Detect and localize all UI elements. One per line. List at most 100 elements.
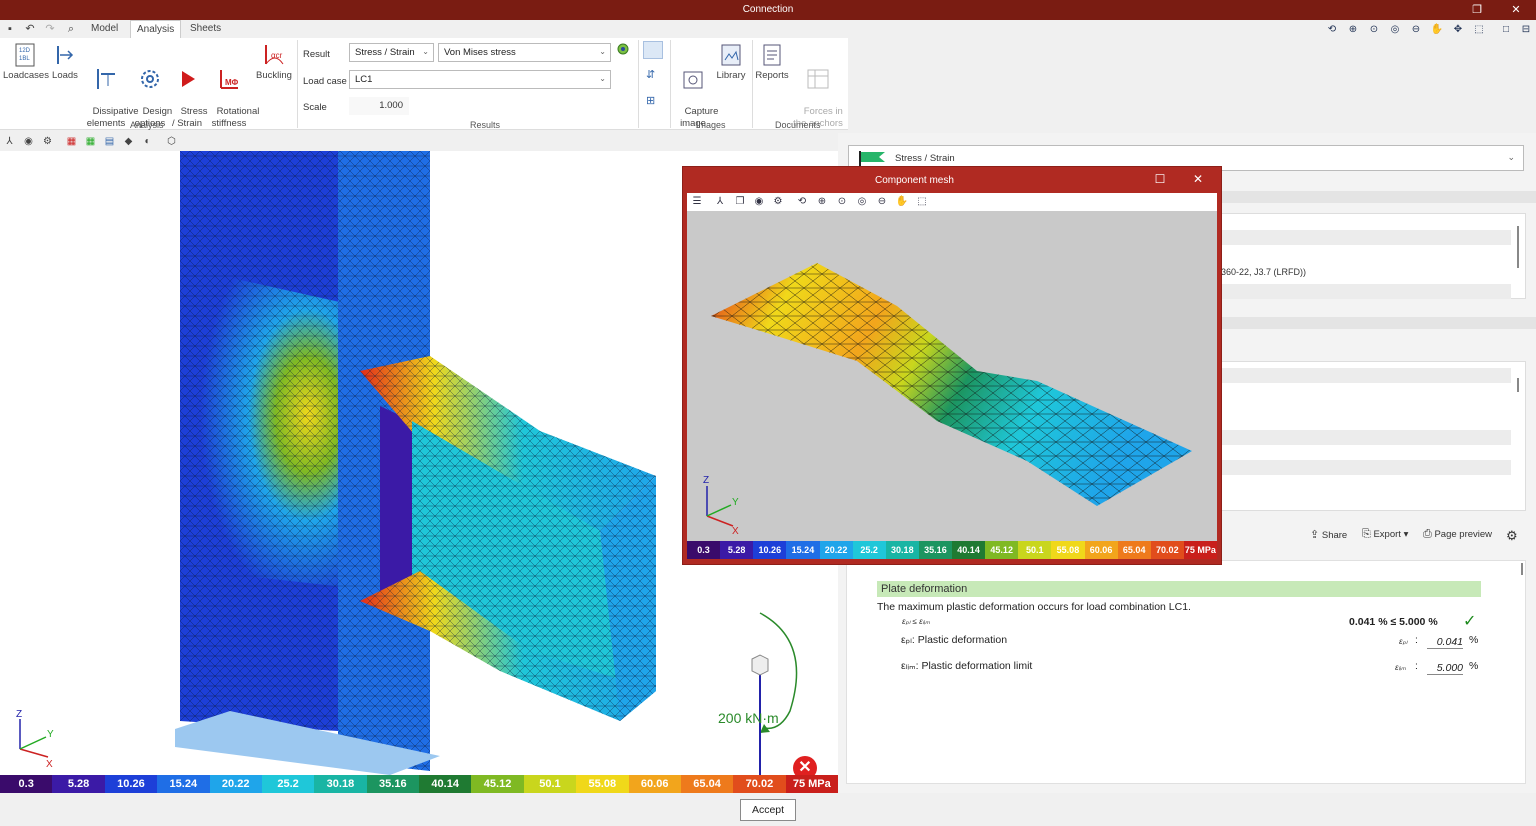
zoom-window-icon[interactable]: ⊖ bbox=[875, 195, 889, 209]
eye-icon[interactable]: ◉ bbox=[752, 195, 766, 209]
stress-legend: 0.3 5.28 10.26 15.24 20.22 25.2 30.18 35.16 40.1… bbox=[0, 775, 838, 793]
pan-hand-icon[interactable]: ✋ bbox=[1430, 23, 1444, 36]
legend-cell: 45.12 bbox=[985, 541, 1019, 559]
legend-cell: 75 MPa bbox=[785, 775, 838, 793]
camera-icon bbox=[683, 71, 703, 89]
zoom-all-icon[interactable]: ⊕ bbox=[815, 195, 829, 209]
chevron-down-icon: ⌄ bbox=[422, 47, 429, 56]
legend-cell: 55.08 bbox=[1051, 541, 1085, 559]
rotational-stiffness-button[interactable]: MΦ Rotational stiffness bbox=[206, 42, 259, 142]
copy-icon[interactable]: ❐ bbox=[733, 195, 747, 209]
close-icon[interactable]: ✕ bbox=[1189, 171, 1207, 187]
zoom-all-icon[interactable]: ⊕ bbox=[1346, 23, 1360, 36]
legend-cell: 55.08 bbox=[576, 775, 629, 793]
scale-input[interactable]: 1.000 bbox=[349, 97, 409, 115]
scrollbar[interactable] bbox=[1521, 563, 1523, 575]
orbit-icon[interactable]: ◎ bbox=[1388, 23, 1402, 36]
tab-sheets[interactable]: Sheets bbox=[184, 20, 227, 38]
plastic-symbol: εₚₗ bbox=[1399, 637, 1408, 646]
scrollbar[interactable] bbox=[1517, 378, 1519, 392]
result-type-select[interactable]: Von Mises stress ⌄ bbox=[438, 43, 611, 62]
legend-cell: 10.26 bbox=[753, 541, 787, 559]
view-3d-icon[interactable]: ⬡ bbox=[165, 135, 178, 148]
svg-text:12D: 12D bbox=[19, 48, 31, 54]
component-viewport[interactable]: Z X Y bbox=[687, 211, 1217, 541]
chevron-down-icon: ⌄ bbox=[1507, 152, 1515, 162]
library-button[interactable]: Library bbox=[714, 42, 748, 82]
loadcases-button[interactable]: 12D 1BL Loadcases bbox=[3, 42, 49, 82]
mesh-green-icon[interactable]: ▦ bbox=[84, 135, 97, 148]
restore-icon[interactable]: ❐ bbox=[1466, 2, 1488, 18]
parts-icon[interactable]: ⚙ bbox=[771, 195, 785, 209]
loads-button[interactable]: Loads bbox=[50, 42, 80, 82]
list-row bbox=[1221, 368, 1511, 383]
zoom-window-icon[interactable]: ⊖ bbox=[1409, 23, 1423, 36]
component-window-titlebar[interactable]: Component mesh ☐ ✕ bbox=[683, 167, 1221, 193]
page-preview-button[interactable]: ⎙ Page preview bbox=[1423, 528, 1492, 541]
mesh-red-icon[interactable]: ▦ bbox=[65, 135, 78, 148]
svg-text:Y: Y bbox=[47, 729, 54, 740]
visibility-icon[interactable]: ◐ bbox=[141, 135, 154, 148]
legend-cell: 15.24 bbox=[786, 541, 820, 559]
legend-cell: 40.14 bbox=[419, 775, 472, 793]
dissipative-elements-button[interactable]: Dissipative elements bbox=[82, 42, 139, 142]
rotate-icon[interactable]: ⟲ bbox=[795, 195, 809, 209]
legend-cell: 30.18 bbox=[314, 775, 367, 793]
share-button[interactable]: ⇪ Share bbox=[1310, 528, 1347, 541]
tab-analysis[interactable]: Analysis bbox=[130, 20, 182, 38]
zoom-in-icon[interactable]: ⊙ bbox=[835, 195, 849, 209]
legend-cell: 15.24 bbox=[157, 775, 210, 793]
arrange-icon[interactable]: ⇵ bbox=[646, 68, 655, 81]
toggle-view-button[interactable] bbox=[643, 41, 663, 59]
library-label: Library bbox=[716, 70, 746, 81]
select-icon[interactable]: ⬚ bbox=[915, 195, 929, 209]
search-icon[interactable]: ⌕ bbox=[64, 23, 78, 35]
layers-icon[interactable]: ☰ bbox=[690, 195, 704, 209]
reports-button[interactable]: Reports bbox=[755, 42, 789, 82]
orbit-icon[interactable]: ◎ bbox=[855, 195, 869, 209]
stress-strain-button[interactable]: Stress / Strain bbox=[170, 42, 208, 142]
loads-icon bbox=[57, 46, 74, 64]
grid-icon[interactable]: ▤ bbox=[103, 135, 116, 148]
buckling-button[interactable]: αcr Buckling bbox=[254, 42, 294, 82]
component-mesh-window[interactable]: Component mesh ☐ ✕ ☰ ⅄ ❐ ◉ ⚙ ⟲ ⊕ ⊙ ◎ ⊖ ✋… bbox=[682, 166, 1222, 565]
flag-icon bbox=[859, 151, 885, 166]
cube-icon[interactable]: ◆ bbox=[122, 135, 135, 148]
menu-bar: ▪ ↶ ↷ ⌕ Model Analysis Sheets ⟲ ⊕ ⊙ ◎ ⊖ … bbox=[0, 20, 1536, 38]
settings-gear-icon[interactable]: ⚙ bbox=[1506, 528, 1518, 544]
parts-icon[interactable]: ⚙ bbox=[41, 135, 54, 148]
window-icon[interactable]: □ bbox=[1499, 23, 1513, 36]
eye-icon[interactable]: ◉ bbox=[22, 135, 35, 148]
export-button[interactable]: ⎘ Export ▾ bbox=[1362, 528, 1408, 541]
plastic-unit: % bbox=[1469, 634, 1479, 646]
loadcase-select[interactable]: LC1 ⌄ bbox=[349, 70, 611, 89]
move-icon[interactable]: ✥ bbox=[1451, 23, 1465, 36]
legend-cell: 30.18 bbox=[885, 541, 919, 559]
legend-cell: 60.06 bbox=[628, 775, 681, 793]
plastic-deformation-label: εₚₗ: Plastic deformation bbox=[901, 634, 1008, 646]
axis-icon[interactable]: ⊞ bbox=[646, 94, 655, 107]
save-icon[interactable]: ▪ bbox=[3, 23, 17, 35]
redo-icon[interactable]: ↷ bbox=[43, 23, 57, 35]
pan-hand-icon[interactable]: ✋ bbox=[895, 195, 909, 209]
accept-button[interactable]: Accept bbox=[740, 799, 796, 821]
result-filter-icon[interactable] bbox=[617, 42, 629, 56]
zoom-in-icon[interactable]: ⊙ bbox=[1367, 23, 1381, 36]
axes-icon[interactable]: ⅄ bbox=[713, 195, 727, 209]
select-icon[interactable]: ⬚ bbox=[1472, 23, 1486, 36]
ribbon: 12D 1BL Loadcases Loads Dissipative eleme… bbox=[0, 38, 848, 130]
layout-icon[interactable]: ⊟ bbox=[1519, 23, 1533, 36]
legend-cell: 20.22 bbox=[209, 775, 262, 793]
tab-model[interactable]: Model bbox=[85, 20, 124, 38]
legend-cell: 40.14 bbox=[952, 541, 986, 559]
result-select[interactable]: Stress / Strain ⌄ bbox=[349, 43, 434, 62]
scrollbar[interactable] bbox=[1517, 226, 1519, 268]
maximize-icon[interactable]: ☐ bbox=[1151, 171, 1169, 187]
axes-icon[interactable]: ⅄ bbox=[3, 135, 16, 148]
svg-text:X: X bbox=[732, 526, 739, 537]
component-legend: 0.3 5.28 10.26 15.24 20.22 25.2 30.18 35.16 40.1… bbox=[687, 541, 1217, 559]
rotate-icon[interactable]: ⟲ bbox=[1325, 23, 1339, 36]
undo-icon[interactable]: ↶ bbox=[23, 23, 37, 35]
close-icon[interactable]: ✕ bbox=[1505, 2, 1527, 18]
results-group-label: Results bbox=[470, 120, 501, 130]
